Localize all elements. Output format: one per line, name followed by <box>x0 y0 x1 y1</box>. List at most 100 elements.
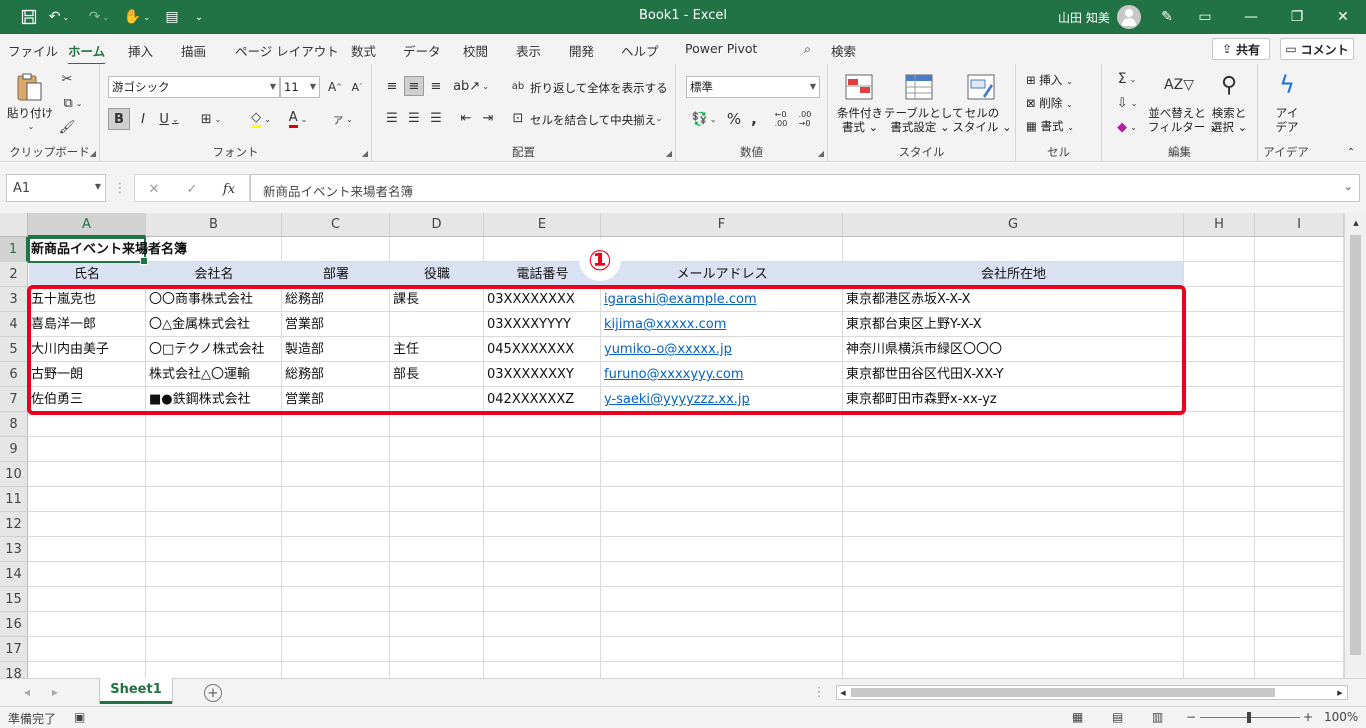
column-header-e[interactable]: E <box>484 213 601 237</box>
tab-file[interactable]: ファイル <box>8 41 58 60</box>
merge-icon[interactable]: ⊡ <box>510 108 526 128</box>
tab-power-pivot[interactable]: Power Pivot <box>685 41 757 56</box>
header-cell[interactable]: 部署 <box>282 262 390 287</box>
column-header-f[interactable]: F <box>601 213 843 237</box>
align-right-icon[interactable]: ☰ <box>426 108 446 128</box>
align-middle-icon[interactable]: ≡ <box>404 76 424 96</box>
delete-cells-button[interactable]: ⊠ 削除 ⌄ <box>1026 95 1073 111</box>
row-header-17[interactable]: 17 <box>0 637 28 662</box>
ideas-icon[interactable]: ϟ <box>1272 70 1302 100</box>
cell-styles-button[interactable]: セルの スタイル ⌄ <box>952 106 1012 134</box>
decrease-font-icon[interactable]: Aˇ <box>348 78 366 96</box>
column-header-g[interactable]: G <box>843 213 1184 237</box>
avatar[interactable] <box>1117 5 1141 29</box>
insert-cells-button[interactable]: ⊞ 挿入 ⌄ <box>1026 72 1073 88</box>
customize-qat-icon[interactable]: ⌄ <box>192 7 206 27</box>
row-header-4[interactable]: 4 <box>0 312 28 337</box>
increase-decimal-icon[interactable]: ←0.00 <box>770 108 792 130</box>
row-header-7[interactable]: 7 <box>0 387 28 412</box>
row-header-6[interactable]: 6 <box>0 362 28 387</box>
collapse-ribbon-icon[interactable]: ⌃ <box>1344 146 1358 158</box>
format-cells-button[interactable]: ▦ 書式 ⌄ <box>1026 118 1074 134</box>
copy-icon[interactable]: ⧉ ⌄ <box>58 94 88 112</box>
touch-mode-icon[interactable]: ✋ ⌄ <box>122 7 152 27</box>
underline-icon[interactable]: U ⌄ <box>154 108 184 130</box>
tab-help[interactable]: ヘルプ <box>621 41 659 60</box>
alignment-launcher-icon[interactable]: ◢ <box>666 149 672 158</box>
paste-button[interactable]: 貼り付け <box>6 106 54 120</box>
header-cell[interactable]: 会社所在地 <box>843 262 1184 287</box>
name-box[interactable]: A1 ▼ <box>6 174 106 202</box>
vertical-scroll-thumb[interactable] <box>1350 235 1361 655</box>
undo-icon[interactable]: ↶ ⌄ <box>46 7 72 27</box>
column-header-b[interactable]: B <box>146 213 282 237</box>
row-header-2[interactable]: 2 <box>0 262 28 287</box>
merge-center-button[interactable]: セルを結合して中央揃え <box>530 112 656 128</box>
form-icon[interactable]: ▤ <box>162 7 182 27</box>
format-painter-icon[interactable]: 🖌 <box>58 118 76 136</box>
row-header-15[interactable]: 15 <box>0 587 28 612</box>
row-header-10[interactable]: 10 <box>0 462 28 487</box>
find-select-button[interactable]: 検索と 選択 ⌄ <box>1206 106 1252 134</box>
comments-button[interactable]: ▭ コメント <box>1280 38 1354 60</box>
column-header-i[interactable]: I <box>1255 213 1344 237</box>
formula-input[interactable]: 新商品イベント来場者名簿 ⌄ <box>250 174 1360 202</box>
next-sheet-icon[interactable]: ▶ <box>48 686 62 698</box>
header-cell[interactable]: メールアドレス <box>601 262 843 287</box>
italic-icon[interactable]: I <box>134 108 152 130</box>
format-as-table-button[interactable]: テーブルとして 書式設定 ⌄ <box>884 106 963 134</box>
row-header-9[interactable]: 9 <box>0 437 28 462</box>
merge-dropdown-icon[interactable]: ⌄ <box>654 108 664 128</box>
search-icon[interactable]: ⌕ <box>804 41 811 57</box>
share-button[interactable]: ⇪ 共有 <box>1212 38 1270 60</box>
number-launcher-icon[interactable]: ◢ <box>818 149 824 158</box>
row-header-8[interactable]: 8 <box>0 412 28 437</box>
decrease-indent-icon[interactable]: ⇤ <box>456 108 476 128</box>
tab-view[interactable]: 表示 <box>516 41 541 60</box>
wrap-text-icon[interactable]: ab <box>510 76 526 96</box>
fill-color-icon[interactable]: ◇ ⌄ <box>246 108 276 130</box>
redo-icon[interactable]: ↷ ⌄ <box>86 7 112 27</box>
sort-filter-button[interactable]: 並べ替えと フィルター ⌄ <box>1148 106 1219 134</box>
zoom-slider-thumb[interactable] <box>1247 712 1251 723</box>
pen-icon[interactable]: ✎ <box>1156 7 1178 27</box>
insert-function-icon[interactable]: fx <box>219 180 239 198</box>
align-top-icon[interactable]: ≡ <box>382 76 402 96</box>
vertical-scrollbar[interactable]: ▲ <box>1344 213 1366 678</box>
header-cell[interactable]: 会社名 <box>146 262 282 287</box>
row-header-11[interactable]: 11 <box>0 487 28 512</box>
column-header-h[interactable]: H <box>1184 213 1255 237</box>
column-header-a[interactable]: A <box>28 213 146 237</box>
tell-me-search[interactable]: 検索 <box>831 41 856 60</box>
bold-icon[interactable]: B <box>108 108 130 130</box>
font-color-icon[interactable]: A ⌄ <box>282 108 314 130</box>
enter-icon[interactable]: ✓ <box>183 180 201 198</box>
number-format-combo[interactable]: 標準 ▼ <box>686 76 820 98</box>
column-header-d[interactable]: D <box>390 213 484 237</box>
format-as-table-icon[interactable] <box>904 72 934 102</box>
clipboard-launcher-icon[interactable]: ◢ <box>90 149 96 158</box>
autosum-icon[interactable]: Σ ⌄ <box>1112 70 1142 88</box>
cell-styles-icon[interactable] <box>966 72 996 102</box>
tab-developer[interactable]: 開発 <box>569 41 594 60</box>
tab-home[interactable]: ホーム <box>68 41 106 66</box>
tab-draw[interactable]: 描画 <box>181 41 206 60</box>
row-header-14[interactable]: 14 <box>0 562 28 587</box>
orientation-icon[interactable]: ab↗ ⌄ <box>453 76 489 96</box>
paste-dropdown-icon[interactable]: ⌄ <box>26 122 36 131</box>
clear-icon[interactable]: ◆ ⌄ <box>1112 118 1142 136</box>
sort-filter-icon[interactable]: AZ▽ <box>1164 70 1194 100</box>
row-header-16[interactable]: 16 <box>0 612 28 637</box>
horizontal-scroll-thumb[interactable] <box>851 688 1275 697</box>
row-header-12[interactable]: 12 <box>0 512 28 537</box>
decrease-decimal-icon[interactable]: .00 →0 <box>794 108 816 130</box>
zoom-in-icon[interactable]: + <box>1303 710 1313 724</box>
tab-page-layout[interactable]: ページ レイアウト <box>235 41 339 60</box>
zoom-out-icon[interactable]: − <box>1186 710 1196 724</box>
accessibility-icon[interactable]: ▣ <box>74 710 85 724</box>
prev-sheet-icon[interactable]: ◀ <box>20 686 34 698</box>
cell-a1-title[interactable]: 新商品イベント来場者名簿 <box>28 237 187 262</box>
ribbon-display-icon[interactable]: ▭ <box>1182 0 1228 34</box>
fill-icon[interactable]: ⇩ ⌄ <box>1112 94 1142 112</box>
cancel-icon[interactable]: ✕ <box>145 180 163 198</box>
